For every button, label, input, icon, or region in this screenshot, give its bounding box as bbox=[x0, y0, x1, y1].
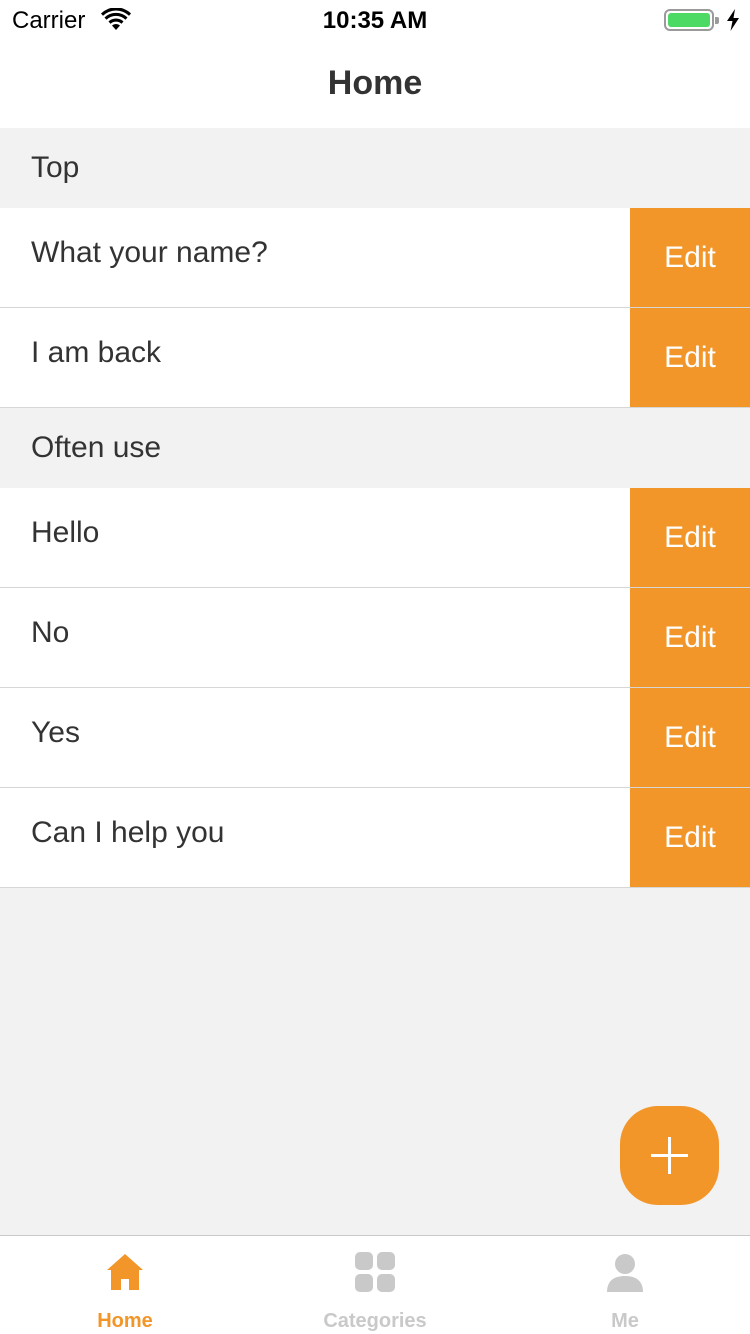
tab-home[interactable]: Home bbox=[0, 1236, 250, 1334]
section-header-top: Top bbox=[0, 128, 750, 208]
list-item[interactable]: Hello Edit bbox=[0, 488, 750, 588]
edit-button[interactable]: Edit bbox=[630, 688, 750, 787]
status-bar: Carrier 10:35 AM bbox=[0, 0, 750, 40]
phrase-list: Top What your name? Edit I am back Edit … bbox=[0, 128, 750, 888]
grid-icon bbox=[355, 1252, 395, 1292]
tab-bar: Home Categories Me bbox=[0, 1235, 750, 1334]
list-item[interactable]: Can I help you Edit bbox=[0, 788, 750, 888]
section-header-often-use: Often use bbox=[0, 408, 750, 488]
edit-button[interactable]: Edit bbox=[630, 488, 750, 587]
battery-icon bbox=[664, 9, 719, 31]
add-button[interactable] bbox=[620, 1106, 719, 1205]
tab-label: Categories bbox=[323, 1310, 427, 1332]
section-title: Top bbox=[31, 151, 80, 184]
screen: Carrier 10:35 AM Home Top What your name… bbox=[0, 0, 750, 1334]
edit-button[interactable]: Edit bbox=[630, 588, 750, 687]
plus-icon bbox=[651, 1137, 688, 1174]
list-item[interactable]: I am back Edit bbox=[0, 308, 750, 408]
edit-button[interactable]: Edit bbox=[630, 208, 750, 307]
clock: 10:35 AM bbox=[322, 7, 428, 34]
tab-label: Me bbox=[611, 1310, 639, 1332]
list-item[interactable]: Yes Edit bbox=[0, 688, 750, 788]
list-item[interactable]: What your name? Edit bbox=[0, 208, 750, 308]
tab-categories[interactable]: Categories bbox=[250, 1236, 500, 1334]
edit-button[interactable]: Edit bbox=[630, 788, 750, 887]
charging-icon bbox=[727, 9, 739, 31]
edit-button[interactable]: Edit bbox=[630, 308, 750, 407]
home-icon bbox=[107, 1254, 143, 1290]
page-title: Home bbox=[327, 64, 423, 102]
navigation-bar: Home bbox=[0, 40, 750, 128]
person-icon bbox=[607, 1254, 643, 1292]
list-item[interactable]: No Edit bbox=[0, 588, 750, 688]
tab-label: Home bbox=[97, 1310, 153, 1332]
section-title: Often use bbox=[31, 431, 162, 464]
tab-me[interactable]: Me bbox=[500, 1236, 750, 1334]
